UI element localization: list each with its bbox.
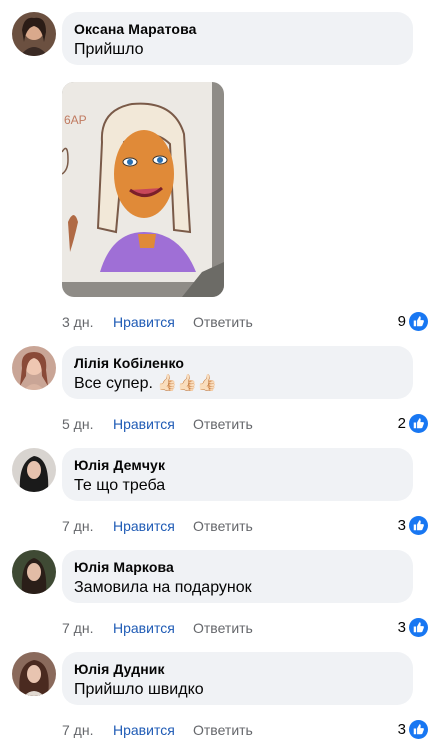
comment-bubble: Оксана Маратова Прийшло xyxy=(62,12,413,65)
thumbs-up-icon[interactable] xyxy=(409,720,428,739)
like-button[interactable]: Нравится xyxy=(113,618,175,638)
reaction-count[interactable]: 3 xyxy=(398,618,406,638)
reaction-count[interactable]: 9 xyxy=(398,312,406,332)
reaction-count[interactable]: 2 xyxy=(398,414,406,434)
comment-author[interactable]: Юлія Демчук xyxy=(74,456,401,474)
reply-button[interactable]: Ответить xyxy=(193,312,253,332)
svg-text:6AP: 6AP xyxy=(64,113,87,127)
comment-actions: 3 дн. Нравится Ответить 9 xyxy=(62,312,428,332)
thumbs-up-icon[interactable] xyxy=(409,414,428,433)
comment-bubble: Юлія Дудник Прийшло швидко xyxy=(62,652,413,705)
avatar[interactable] xyxy=(12,550,56,594)
comment-time[interactable]: 7 дн. xyxy=(62,516,93,536)
comment-text: Прийшло швидко xyxy=(74,681,204,698)
comment-text: Прийшло xyxy=(74,41,144,58)
comment-time[interactable]: 7 дн. xyxy=(62,720,93,740)
like-button[interactable]: Нравится xyxy=(113,414,175,434)
avatar[interactable] xyxy=(12,346,56,390)
comment-actions: 5 дн. Нравится Ответить 2 xyxy=(62,414,428,434)
comment-author[interactable]: Оксана Маратова xyxy=(74,20,401,38)
comment-author[interactable]: Юлія Дудник xyxy=(74,660,401,678)
comment-time[interactable]: 3 дн. xyxy=(62,312,93,332)
reaction-count[interactable]: 3 xyxy=(398,720,406,740)
thumbs-up-icon[interactable] xyxy=(409,312,428,331)
thumbs-up-icon[interactable] xyxy=(409,516,428,535)
reply-button[interactable]: Ответить xyxy=(193,516,253,536)
reaction-count[interactable]: 3 xyxy=(398,516,406,536)
comment-text: Те що треба xyxy=(74,477,166,494)
comment-bubble: Лілія Кобіленко Все супер. 👍🏻👍🏻👍🏻 xyxy=(62,346,413,399)
comment-actions: 7 дн. Нравится Ответить 3 xyxy=(62,720,428,740)
comment-actions: 7 дн. Нравится Ответить 3 xyxy=(62,618,428,638)
like-button[interactable]: Нравится xyxy=(113,516,175,536)
comment-bubble: Юлія Демчук Те що треба xyxy=(62,448,413,501)
comment-bubble: Юлія Маркова Замовила на подарунок xyxy=(62,550,413,603)
comment-photo-drawing[interactable]: 6AP xyxy=(62,82,224,297)
like-button[interactable]: Нравится xyxy=(113,312,175,332)
comment-text: Замовила на подарунок xyxy=(74,579,252,596)
reply-button[interactable]: Ответить xyxy=(193,618,253,638)
comment-time[interactable]: 5 дн. xyxy=(62,414,93,434)
comment-time[interactable]: 7 дн. xyxy=(62,618,93,638)
avatar[interactable] xyxy=(12,652,56,696)
comment-actions: 7 дн. Нравится Ответить 3 xyxy=(62,516,428,536)
comment-text: Все супер. 👍🏻👍🏻👍🏻 xyxy=(74,375,218,392)
avatar[interactable] xyxy=(12,12,56,56)
reply-button[interactable]: Ответить xyxy=(193,720,253,740)
avatar[interactable] xyxy=(12,448,56,492)
like-button[interactable]: Нравится xyxy=(113,720,175,740)
thumbs-up-icon[interactable] xyxy=(409,618,428,637)
reply-button[interactable]: Ответить xyxy=(193,414,253,434)
comment-author[interactable]: Юлія Маркова xyxy=(74,558,401,576)
comment-author[interactable]: Лілія Кобіленко xyxy=(74,354,401,372)
